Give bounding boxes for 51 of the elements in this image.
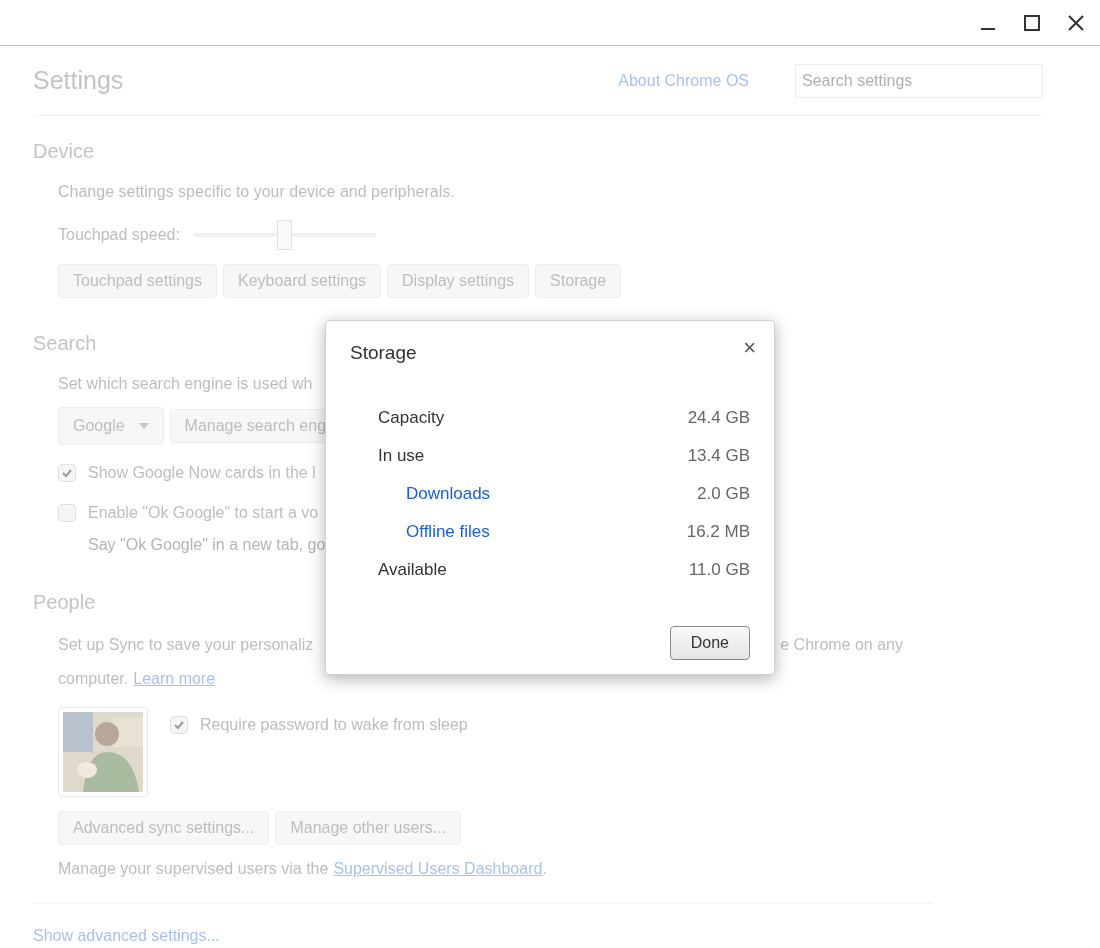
checkbox[interactable] xyxy=(58,464,76,482)
checkbox-label: Require password to wake from sleep xyxy=(200,715,468,735)
people-button[interactable]: Manage other users... xyxy=(275,811,462,845)
advanced-settings-link[interactable]: Show advanced settings... xyxy=(33,927,220,944)
slider-thumb[interactable] xyxy=(276,220,292,250)
section-description: e Chrome on any xyxy=(780,635,903,655)
checkbox[interactable] xyxy=(58,504,76,522)
page-title: Settings xyxy=(33,64,124,96)
storage-link[interactable]: Downloads xyxy=(378,480,491,507)
slider-label: Touchpad speed: xyxy=(58,225,180,245)
storage-link[interactable]: Offline files xyxy=(378,518,490,545)
storage-value: 24.4 GB xyxy=(687,406,750,429)
dashboard-link[interactable]: Supervised Users Dashboard xyxy=(333,857,543,881)
maximize-icon[interactable] xyxy=(1024,14,1040,31)
checkmark-icon xyxy=(61,467,73,479)
search-field[interactable]: Search settings xyxy=(795,63,1043,98)
caret-icon xyxy=(138,423,149,429)
done-button[interactable]: Done xyxy=(669,625,750,660)
section-heading: Device xyxy=(33,139,96,164)
section-description: Set which search engine is used wh xyxy=(58,374,314,394)
checkbox-label: Enable "Ok Google" to start a vo xyxy=(88,503,319,523)
search-engine-dropdown[interactable]: Google xyxy=(58,407,164,445)
supervised-text: Manage your supervised users via the xyxy=(58,859,329,879)
section-description: computer. xyxy=(58,669,129,689)
storage-value: 2.0 GB xyxy=(697,482,750,505)
people-button[interactable]: Advanced sync settings... xyxy=(58,811,270,845)
period-text: . xyxy=(542,859,547,879)
settings-button[interactable]: Storage xyxy=(535,264,622,298)
learn-more-link[interactable]: Learn more xyxy=(133,667,216,691)
section-heading: People xyxy=(33,590,96,615)
close-icon[interactable] xyxy=(1068,14,1084,31)
option-hint: Say "Ok Google" in a new tab, go xyxy=(88,535,326,555)
about-link[interactable]: About Chrome OS xyxy=(618,68,749,93)
storage-label: In use xyxy=(378,444,425,467)
checkbox[interactable] xyxy=(170,716,188,734)
storage-label: Available xyxy=(378,558,447,581)
settings-button[interactable]: Touchpad settings xyxy=(58,264,217,298)
checkbox-label: Show Google Now cards in the l xyxy=(88,463,316,483)
close-button[interactable]: × xyxy=(743,337,756,359)
storage-value: 13.4 GB xyxy=(687,444,750,467)
settings-button[interactable]: Display settings xyxy=(387,264,530,298)
slider-track[interactable] xyxy=(193,220,376,250)
storage-value: 16.2 MB xyxy=(686,520,750,543)
storage-label: Capacity xyxy=(378,406,445,429)
settings-button[interactable]: Keyboard settings xyxy=(223,264,382,298)
section-description: Set up Sync to save your personaliz xyxy=(58,635,314,655)
storage-value: 11.0 GB xyxy=(688,558,750,581)
dialog-title: Storage xyxy=(350,341,417,365)
section-heading: Search xyxy=(33,331,97,356)
section-description: Change settings specific to your device and peripherals. xyxy=(58,182,456,202)
checkmark-icon xyxy=(173,719,185,731)
